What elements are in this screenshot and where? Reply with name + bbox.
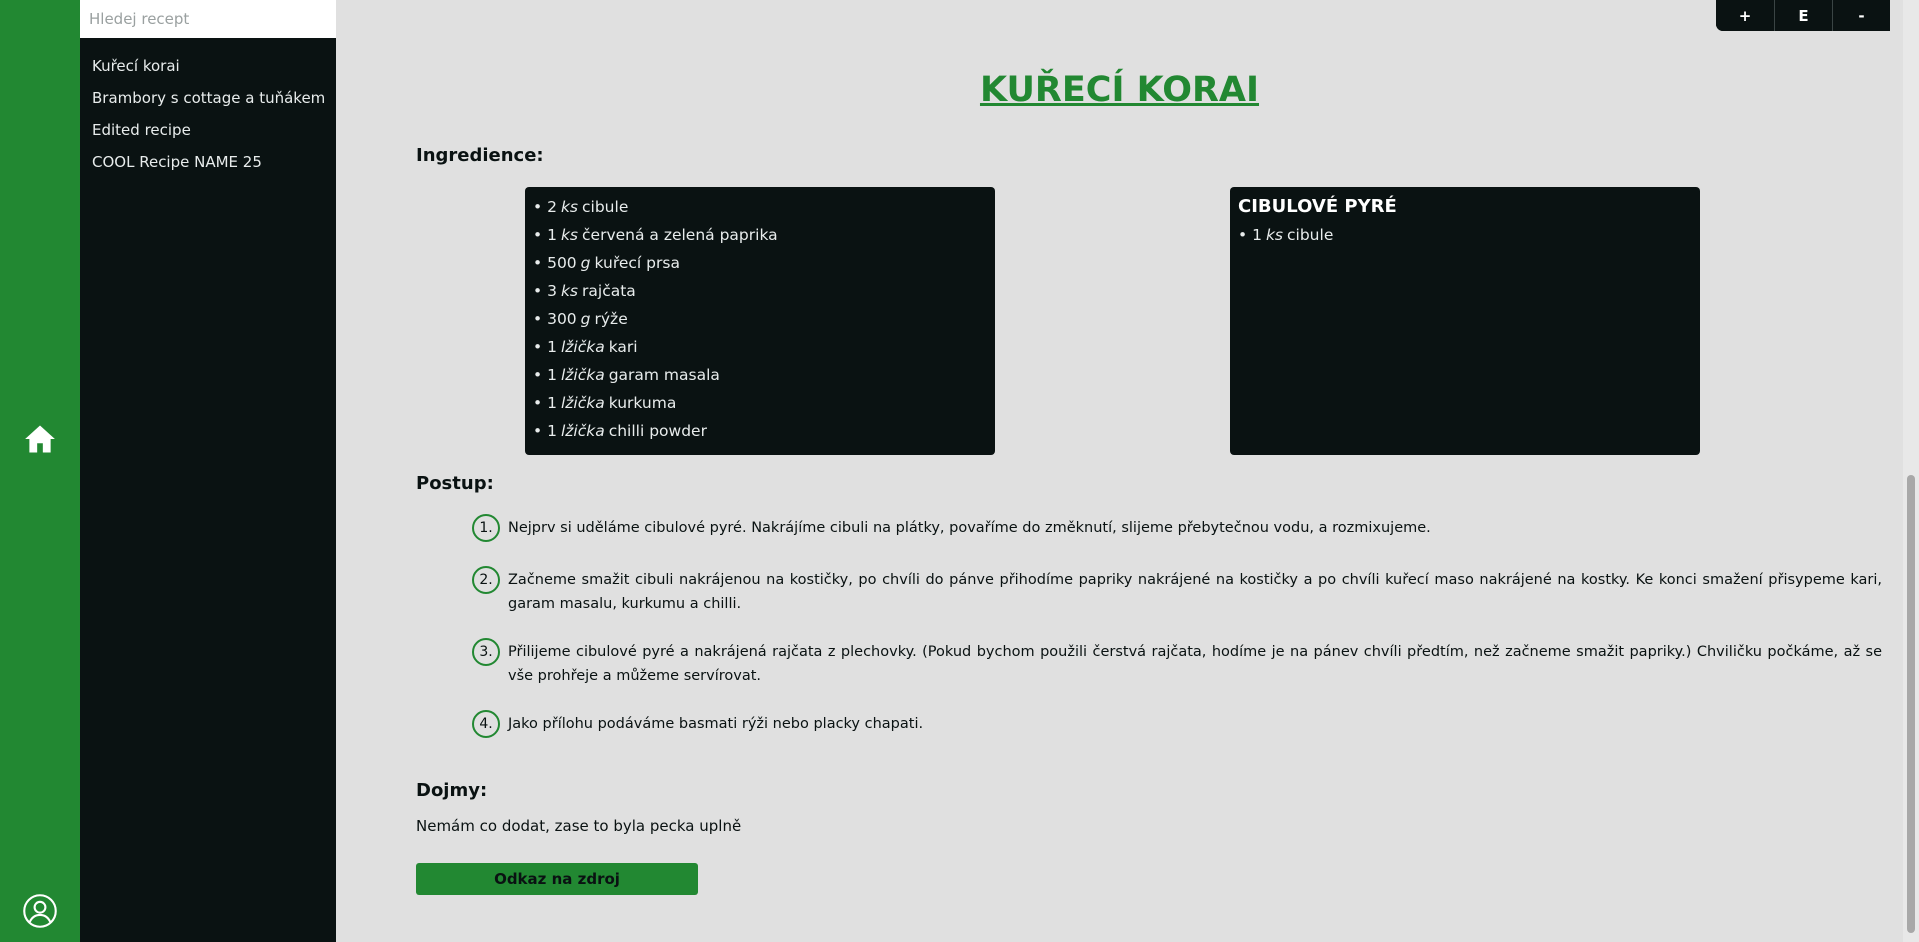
step-text: Jako přílohu podáváme basmati rýži nebo … <box>508 716 924 732</box>
ingredient-item: • 1 ks cibule <box>1238 226 1334 244</box>
ingredient-item: • 3 ks rajčata <box>533 282 636 300</box>
ingredient-item: • 1 lžička chilli powder <box>533 422 707 440</box>
recipe-title: KUŘECÍ KORAI <box>979 70 1260 110</box>
step-item: 4. Jako přílohu podáváme basmati rýži ne… <box>472 710 1882 738</box>
ingredients-heading: Ingredience: <box>416 145 544 166</box>
search-input[interactable] <box>80 0 336 38</box>
step-number: 3. <box>472 638 500 666</box>
scrollbar[interactable] <box>1903 0 1919 942</box>
recipe-detail: + E - KUŘECÍ KORAI Ingredience: • 2 ks cib… <box>336 0 1903 942</box>
ingredient-group-box: CIBULOVÉ PYRÉ • 1 ks cibule <box>1230 187 1700 455</box>
step-item: 2. Začneme smažit cibuli nakrájenou na k… <box>472 566 1882 616</box>
step-number: 4. <box>472 710 500 738</box>
recipe-list-item[interactable]: Brambory s cottage a tuňákem <box>80 82 336 114</box>
impressions-text: Nemám co dodat, zase to byla pecka uplně <box>416 817 742 835</box>
source-link-button[interactable]: Odkaz na zdroj <box>416 863 698 895</box>
sidebar: Kuřecí korai Brambory s cottage a tuňáke… <box>80 0 336 942</box>
ingredient-item: • 1 lžička kurkuma <box>533 394 677 412</box>
step-text: Přilijeme cibulové pyré a nakrájená rajč… <box>508 644 1882 684</box>
ingredient-item: • 500 g kuřecí prsa <box>533 254 680 272</box>
scrollbar-thumb[interactable] <box>1907 475 1915 933</box>
step-text: Nejprv si uděláme cibulové pyré. Nakrájí… <box>508 520 1431 536</box>
step-number: 1. <box>472 514 500 542</box>
recipe-list: Kuřecí korai Brambory s cottage a tuňáke… <box>80 50 336 178</box>
user-icon[interactable] <box>22 893 58 929</box>
home-icon[interactable] <box>23 422 57 456</box>
steps-heading: Postup: <box>416 473 494 494</box>
step-item: 1. Nejprv si uděláme cibulové pyré. Nakr… <box>472 514 1882 542</box>
ingredients-box: • 2 ks cibule • 1 ks červená a zelená paprik… <box>525 187 995 455</box>
recipe-list-item[interactable]: Edited recipe <box>80 114 336 146</box>
ingredient-item: • 1 lžička kari <box>533 338 638 356</box>
recipe-list-item[interactable]: COOL Recipe NAME 25 <box>80 146 336 178</box>
remove-button[interactable]: - <box>1832 0 1890 31</box>
step-number: 2. <box>472 566 500 594</box>
ingredient-group-title: CIBULOVÉ PYRÉ <box>1238 196 1397 217</box>
recipe-list-item[interactable]: Kuřecí korai <box>80 50 336 82</box>
ingredient-item: • 300 g rýže <box>533 310 628 328</box>
step-text: Začneme smažit cibuli nakrájenou na kost… <box>508 572 1882 612</box>
edit-button[interactable]: E <box>1774 0 1832 31</box>
step-item: 3. Přilijeme cibulové pyré a nakrájená r… <box>472 638 1882 688</box>
ingredient-item: • 1 ks červená a zelená paprika <box>533 226 778 244</box>
impressions-heading: Dojmy: <box>416 780 488 801</box>
add-button[interactable]: + <box>1716 0 1774 31</box>
recipe-controls: + E - <box>1716 0 1890 31</box>
ingredient-item: • 2 ks cibule <box>533 198 629 216</box>
ingredient-item: • 1 lžička garam masala <box>533 366 720 384</box>
nav-rail <box>0 0 80 942</box>
